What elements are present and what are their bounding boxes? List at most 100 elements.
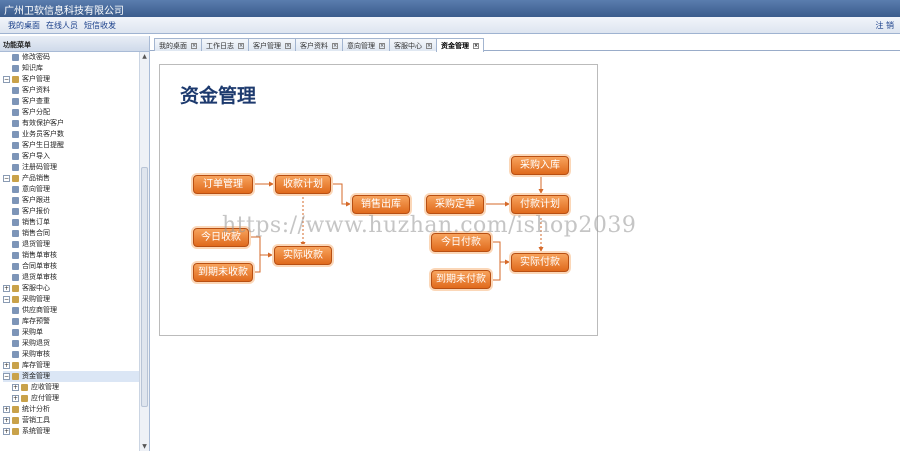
- sidebar-item[interactable]: 知识库: [12, 63, 139, 74]
- top-nav-bar: 我的桌面 在线人员 短信收发 注 销: [0, 17, 900, 34]
- nav-sms[interactable]: 短信收发: [84, 20, 116, 31]
- sidebar-scrollbar[interactable]: ▲ ▼: [139, 52, 149, 451]
- sidebar-item[interactable]: 采购单: [12, 327, 139, 338]
- folder-icon: [12, 174, 19, 182]
- tab[interactable]: 客户管理 ×: [248, 38, 296, 51]
- sidebar-item[interactable]: + 客服中心: [3, 283, 139, 294]
- page-icon: [12, 119, 19, 127]
- scroll-down-arrow-icon[interactable]: ▼: [140, 442, 149, 451]
- folder-icon: [21, 383, 28, 391]
- sidebar-item[interactable]: + 营销工具: [3, 415, 139, 426]
- sidebar-item[interactable]: 客户导入: [12, 151, 139, 162]
- receipt-plan-box[interactable]: 收款计划: [275, 175, 331, 194]
- sidebar-item[interactable]: + 库存管理: [3, 360, 139, 371]
- page-icon: [12, 185, 19, 193]
- tab[interactable]: 客户资料 ×: [295, 38, 343, 51]
- sidebar-item[interactable]: 供应商管理: [12, 305, 139, 316]
- actual-payment-box[interactable]: 实际付款: [511, 253, 569, 272]
- expand-icon[interactable]: +: [3, 361, 10, 369]
- sidebar-item[interactable]: 客户资料: [12, 85, 139, 96]
- tab[interactable]: 客服中心 ×: [389, 38, 437, 51]
- scroll-up-arrow-icon[interactable]: ▲: [140, 52, 149, 61]
- sidebar-item-label: 应付管理: [31, 394, 59, 402]
- sidebar-item[interactable]: + 应付管理: [12, 393, 139, 404]
- close-icon[interactable]: ×: [332, 43, 338, 49]
- sidebar-item[interactable]: + 统计分析: [3, 404, 139, 415]
- folder-icon: [12, 372, 19, 380]
- expand-icon[interactable]: +: [3, 427, 10, 435]
- purchase-order-box[interactable]: 采购定单: [426, 195, 484, 214]
- sidebar-item[interactable]: 采购退货: [12, 338, 139, 349]
- sidebar-item[interactable]: 注册码管理: [12, 162, 139, 173]
- sidebar-item[interactable]: 客户查重: [12, 96, 139, 107]
- sidebar-item-label: 退货单审核: [22, 273, 57, 281]
- page-icon: [12, 317, 19, 325]
- collapse-icon[interactable]: −: [3, 372, 10, 380]
- expand-icon[interactable]: +: [3, 284, 10, 292]
- page-icon: [12, 262, 19, 270]
- folder-icon: [21, 394, 28, 402]
- sidebar-item-label: 供应商管理: [22, 306, 57, 314]
- sidebar-item[interactable]: − 客户管理: [3, 74, 139, 85]
- nav-online-users[interactable]: 在线人员: [46, 20, 78, 31]
- tab[interactable]: 意向管理 ×: [342, 38, 390, 51]
- sidebar-item[interactable]: 合同单审核: [12, 261, 139, 272]
- order-management-box[interactable]: 订单管理: [193, 175, 253, 194]
- sidebar-item[interactable]: 修改密码: [12, 52, 139, 63]
- sidebar-item[interactable]: − 产品销售: [3, 173, 139, 184]
- tab-label: 意向管理: [347, 42, 375, 50]
- tab[interactable]: 我的桌面 ×: [154, 38, 202, 51]
- title-bar: 广州卫软信息科技有限公司: [0, 0, 900, 17]
- sidebar-item[interactable]: 销售订单: [12, 217, 139, 228]
- sidebar-item[interactable]: 业务员客户数: [12, 129, 139, 140]
- expand-icon[interactable]: +: [12, 394, 19, 402]
- sidebar-item[interactable]: 销售单审核: [12, 250, 139, 261]
- tab[interactable]: 资金管理 ×: [436, 38, 484, 52]
- scroll-thumb[interactable]: [141, 167, 148, 407]
- collapse-icon[interactable]: −: [3, 75, 10, 83]
- sidebar-item[interactable]: 客户跟进: [12, 195, 139, 206]
- sidebar-item[interactable]: + 系统管理: [3, 426, 139, 437]
- payment-plan-box[interactable]: 付款计划: [511, 195, 569, 214]
- close-icon[interactable]: ×: [379, 43, 385, 49]
- page-icon: [12, 306, 19, 314]
- purchase-inbound-box[interactable]: 采购入库: [511, 156, 569, 175]
- folder-icon: [12, 284, 19, 292]
- sidebar-item[interactable]: + 应收管理: [12, 382, 139, 393]
- collapse-icon[interactable]: −: [3, 174, 10, 182]
- sidebar-item[interactable]: 销售合同: [12, 228, 139, 239]
- menu-tree: 修改密码 知识库 − 客户管理 客户资料 客户查重 客户分配 有效保护客户 业务员客户数客户生日…: [0, 52, 139, 451]
- close-icon[interactable]: ×: [191, 43, 197, 49]
- sales-outbound-box[interactable]: 销售出库: [352, 195, 410, 214]
- tab[interactable]: 工作日志 ×: [201, 38, 249, 51]
- overdue-receipt-box[interactable]: 到期未收款: [193, 263, 253, 282]
- sidebar-item[interactable]: 退货单审核: [12, 272, 139, 283]
- logout-link[interactable]: 注 销: [875, 20, 894, 31]
- sidebar-item[interactable]: 采购审核: [12, 349, 139, 360]
- expand-icon[interactable]: +: [3, 405, 10, 413]
- folder-icon: [12, 405, 19, 413]
- sidebar-item[interactable]: 退货管理: [12, 239, 139, 250]
- nav-my-desktop[interactable]: 我的桌面: [8, 20, 40, 31]
- close-icon[interactable]: ×: [285, 43, 291, 49]
- tab-label: 客服中心: [394, 42, 422, 50]
- close-icon[interactable]: ×: [473, 43, 479, 49]
- sidebar-item[interactable]: 客户分配: [12, 107, 139, 118]
- overdue-payment-box[interactable]: 到期未付款: [431, 270, 491, 289]
- expand-icon[interactable]: +: [3, 416, 10, 424]
- sidebar-item[interactable]: 客户报价: [12, 206, 139, 217]
- collapse-icon[interactable]: −: [3, 295, 10, 303]
- sidebar-item[interactable]: 库存预警: [12, 316, 139, 327]
- sidebar-item[interactable]: 有效保护客户: [12, 118, 139, 129]
- actual-receipt-box[interactable]: 实际收款: [274, 246, 332, 265]
- sidebar-item-label: 统计分析: [22, 405, 50, 413]
- sidebar-item[interactable]: − 采购管理: [3, 294, 139, 305]
- sidebar-item[interactable]: 意向管理: [12, 184, 139, 195]
- close-icon[interactable]: ×: [426, 43, 432, 49]
- sidebar-item[interactable]: − 资金管理: [3, 371, 139, 382]
- tab-label: 我的桌面: [159, 42, 187, 50]
- close-icon[interactable]: ×: [238, 43, 244, 49]
- sidebar-item[interactable]: 客户生日提醒: [12, 140, 139, 151]
- expand-icon[interactable]: +: [12, 383, 19, 391]
- sidebar-item-label: 业务员客户数: [22, 130, 64, 138]
